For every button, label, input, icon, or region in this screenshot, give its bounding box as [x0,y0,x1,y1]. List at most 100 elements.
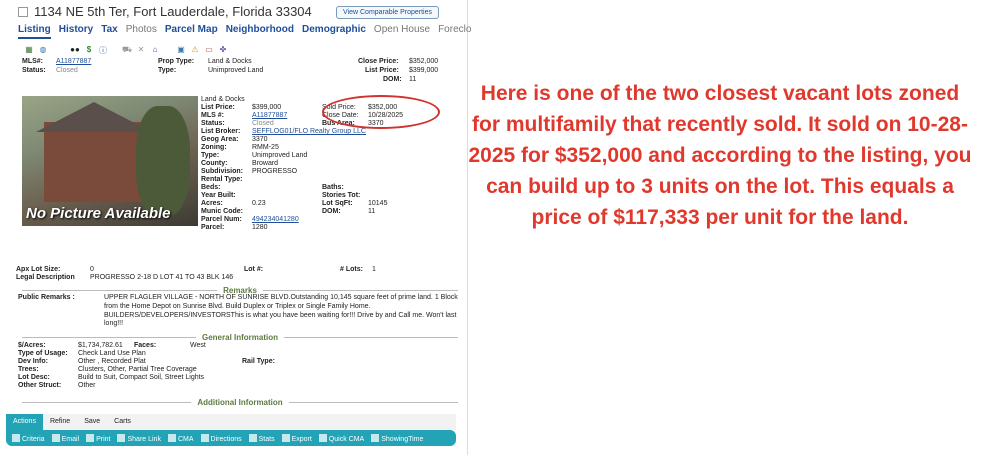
detail-dom-label: DOM: [322,208,341,215]
email-icon [51,433,60,442]
lotsqft-value: 10145 [368,200,388,207]
puzzle-icon[interactable]: ✤ [218,45,228,56]
action-toolbar: Actions Refine Save Carts Criteria Email… [6,414,456,452]
tab-neighborhood[interactable]: Neighborhood [226,24,294,39]
share-icon [117,433,126,442]
additional-section-header: Additional Information [22,398,459,407]
tab-photos[interactable]: Photos [126,24,157,39]
toolbar-tabs: Actions Refine Save Carts [6,414,456,430]
detail-dom: 11 [368,208,376,215]
property-photo[interactable]: No Picture Available [22,96,198,226]
select-checkbox[interactable] [18,6,28,17]
criteria-button[interactable]: Criteria [12,433,45,443]
apx-lot-label: Apx Lot Size: [16,266,61,273]
detail-parcelnum-link[interactable]: 494234041280 [252,216,299,223]
email-button[interactable]: Email [51,433,79,443]
globe-icon[interactable]: ◍ [38,45,48,56]
tab-history[interactable]: History [59,24,93,39]
stats-button[interactable]: Stats [248,433,275,443]
property-address: 1134 NE 5th Ter, Fort Lauderdale, Florid… [34,4,312,19]
detail-geog-label: Geog Area: [201,136,239,143]
export-icon [281,433,290,442]
other-struct-label: Other Struct: [18,382,62,389]
faces-value: West [190,342,206,349]
detail-broker-label: List Broker: [201,128,241,135]
tab-demographic[interactable]: Demographic [302,24,366,39]
detail-mls-link[interactable]: A11877887 [252,112,287,119]
detail-subdiv: PROGRESSO [252,168,298,175]
detail-broker-link[interactable]: SEFFLOG01/FLO Realty Group LLC [252,128,366,135]
home-icon[interactable]: ⌂ [150,45,160,56]
tab-foreclosure[interactable]: Foreclo [438,24,471,39]
dom-label: DOM: [383,76,402,83]
tab-save[interactable]: Save [77,414,107,430]
quick-cma-button[interactable]: Quick CMA [318,433,364,443]
detail-parcel: 1280 [252,224,268,231]
per-acre-label: $/Acres: [18,342,46,349]
lots-count-label: # Lots: [340,266,363,273]
detail-acres-label: Acres: [201,200,223,207]
share-link-button[interactable]: Share Link [117,433,161,443]
binoculars-icon[interactable]: ●● [70,45,80,56]
rail-type-label: Rail Type: [242,358,275,365]
detail-county-label: County: [201,160,228,167]
detail-parcel-label: Parcel: [201,224,225,231]
cma-button[interactable]: CMA [167,433,194,443]
tools-icon[interactable]: ✕ [136,45,146,56]
lot-desc-label: Lot Desc: [18,374,50,381]
tab-tax[interactable]: Tax [101,24,118,39]
detail-list-price: $399,000 [252,104,282,111]
detail-zoning-label: Zoning: [201,144,227,151]
close-price-value: $352,000 [409,58,439,65]
type-label: Type: [158,67,177,74]
list-price-value: $399,000 [409,67,439,74]
lotsqft-label: Lot SqFt: [322,200,353,207]
toolbar-buttons: Criteria Email Print Share Link CMA Dire… [6,430,456,446]
export-button[interactable]: Export [281,433,312,443]
detail-rental-label: Rental Type: [201,176,243,183]
usage-label: Type of Usage: [18,350,68,357]
stories-label: Stories Tot: [322,192,361,199]
dollar-icon[interactable]: $ [84,45,94,56]
apx-lot-value: 0 [90,266,94,273]
address-header: 1134 NE 5th Ter, Fort Lauderdale, Florid… [18,4,312,19]
mls-label: MLS#: [22,58,43,65]
warning-icon[interactable]: ⚠ [190,45,200,56]
mls-link[interactable]: A11877887 [56,58,91,65]
tab-listing[interactable]: Listing [18,24,51,39]
no-picture-overlay: No Picture Available [26,205,171,222]
detail-status: Closed [252,120,274,127]
legal-label: Legal Description [16,274,75,281]
calendar-icon[interactable]: ▣ [176,45,186,56]
tab-refine[interactable]: Refine [43,414,77,430]
view-comparable-button[interactable]: View Comparable Properties [336,6,439,19]
usage-value: Check Land Use Plan [78,350,146,357]
public-remarks-label: Public Remarks : [18,294,75,301]
prop-type-label: Prop Type: [158,58,195,65]
tab-open-house[interactable]: Open House [374,24,430,39]
annotation-oval [322,95,440,129]
info-icon[interactable]: ⓘ [98,45,108,56]
public-remarks-text: UPPER FLAGLER VILLAGE - NORTH OF SUNRISE… [104,294,458,328]
detail-beds-label: Beds: [201,184,221,191]
print-button[interactable]: Print [86,433,110,443]
type-value: Unimproved Land [208,67,264,74]
detail-mls-label: MLS #: [201,112,224,119]
card-icon[interactable]: ▭ [204,45,214,56]
showingtime-button[interactable]: ShowingTime [371,433,423,443]
tab-actions[interactable]: Actions [6,414,43,430]
legal-value: PROGRESSO 2-18 D LOT 41 TO 43 BLK 146 [90,274,234,281]
detail-list-price-label: List Price: [201,104,235,111]
lots-count-value: 1 [372,266,376,273]
lot-desc-value: Build to Suit, Compact Soil, Street Ligh… [78,374,205,381]
cma-icon [167,433,176,442]
directions-button[interactable]: Directions [200,433,242,443]
detail-geog: 3370 [252,136,268,143]
trees-label: Trees: [18,366,39,373]
tab-parcel-map[interactable]: Parcel Map [165,24,218,39]
detail-subdiv-label: Subdivision: [201,168,243,175]
map-icon[interactable]: ▦ [24,45,34,56]
car-icon[interactable]: ⛟ [122,45,132,56]
tab-carts[interactable]: Carts [107,414,138,430]
general-section-header: General Information [22,333,459,342]
